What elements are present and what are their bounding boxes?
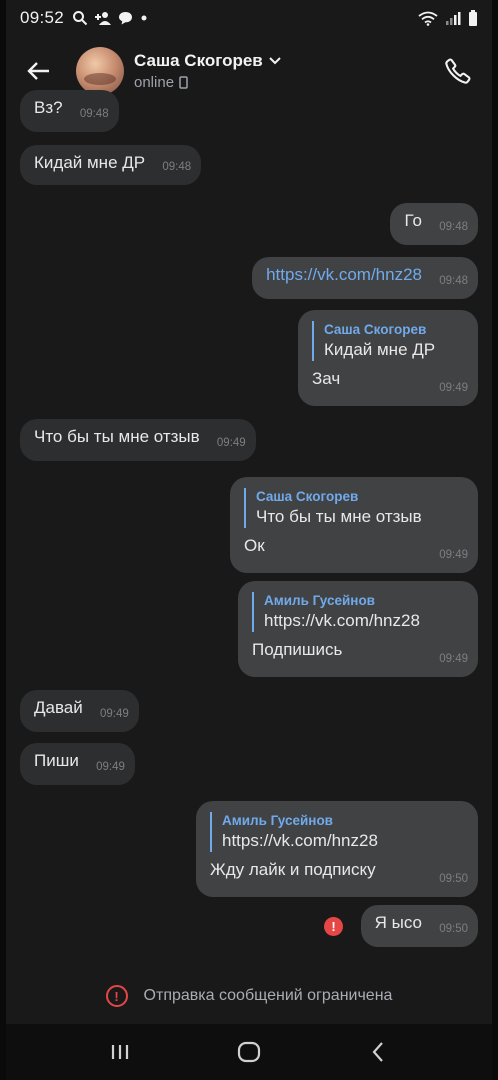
message-bubble[interactable]: https://vk.com/hnz28 09:48: [252, 257, 478, 299]
message-time: 09:49: [216, 437, 246, 449]
message-bubble[interactable]: Кидай мне ДР 09:48: [20, 145, 202, 185]
reply-text: https://vk.com/hnz28: [222, 831, 378, 850]
signal-icon: [446, 12, 461, 25]
reply-author: Амиль Гусейнов: [264, 593, 375, 608]
message-bubble[interactable]: Что бы ты мне отзыв 09:49: [20, 419, 256, 461]
peer-info[interactable]: Саша Скогорев online: [134, 51, 281, 91]
reply-text: Кидай мне ДР: [324, 340, 436, 359]
status-bar: 09:52: [6, 0, 492, 36]
add-contact-icon: [95, 12, 112, 25]
restricted-text: Отправка сообщений ограничена: [143, 987, 393, 1004]
message-time: 09:48: [439, 275, 468, 287]
message-text: Подпишись: [252, 640, 343, 659]
message-time: 09:48: [79, 108, 109, 120]
call-button[interactable]: [438, 51, 478, 91]
message-time: 09:49: [439, 382, 468, 394]
message-bubble[interactable]: Го 09:48: [390, 203, 478, 245]
reply-author: Саша Скогорев: [324, 322, 427, 337]
reply-text: https://vk.com/hnz28: [264, 611, 420, 630]
warning-icon: !: [105, 985, 128, 1007]
call-icon: [445, 58, 471, 84]
message-bubble[interactable]: Пиши 09:49: [20, 743, 135, 785]
messaging-restricted-notice: ! Отправка сообщений ограничена: [6, 980, 492, 1012]
peer-name-row: Саша Скогорев: [134, 51, 281, 71]
peer-name: Саша Скогорев: [134, 51, 263, 70]
reply-text: Что бы ты мне отзыв: [256, 507, 422, 526]
message-text: Ок: [244, 536, 265, 555]
message-text: Жду лайк и подписку: [210, 860, 376, 879]
message-time: 09:49: [439, 653, 468, 665]
reply-quote[interactable]: Амиль Гусейнов https://vk.com/hnz28: [210, 812, 464, 852]
reply-author: Саша Скогорев: [256, 489, 359, 504]
message-time: 09:49: [439, 549, 468, 561]
status-system-icons: [418, 10, 478, 26]
message-time: 09:50: [439, 873, 468, 885]
chevron-down-icon: [269, 57, 281, 65]
status-time: 09:52: [20, 8, 65, 27]
message-time: 09:49: [96, 761, 125, 773]
battery-icon: [469, 10, 477, 26]
message-link[interactable]: https://vk.com/hnz28: [266, 264, 464, 286]
message-bubble-reply[interactable]: Саша Скогорев Кидай мне ДР Зач 09:49: [298, 310, 478, 406]
app-frame: 09:52 Саша Скогорев online Вз? 09:48 Кид…: [6, 0, 492, 1080]
reply-quote[interactable]: Амиль Гусейнов https://vk.com/hnz28: [252, 592, 464, 632]
back-arrow-icon: [27, 62, 49, 80]
message-list: Вз? 09:48 Кидай мне ДР 09:48 Го 09:48 ht…: [6, 90, 492, 1010]
message-bubble[interactable]: Давай 09:49: [20, 690, 139, 732]
dot-icon: [141, 15, 147, 21]
home-button[interactable]: [219, 1030, 279, 1074]
chat-bubble-icon: [119, 12, 133, 25]
message-time: 09:48: [162, 161, 192, 173]
reply-quote[interactable]: Саша Скогорев Кидай мне ДР: [312, 321, 464, 361]
phone-device-icon: [179, 76, 188, 89]
reply-author: Амиль Гусейнов: [222, 813, 333, 828]
back-icon: [372, 1042, 383, 1062]
search-icon: [73, 11, 88, 26]
system-nav-bar: [6, 1024, 492, 1080]
recent-apps-button[interactable]: [90, 1030, 150, 1074]
wifi-icon: [418, 11, 438, 26]
message-bubble-failed[interactable]: Я ысо 09:50: [360, 905, 478, 947]
message-time: 09:49: [99, 708, 129, 720]
message-bubble[interactable]: Вз? 09:48: [20, 90, 119, 132]
reply-quote[interactable]: Саша Скогорев Что бы ты мне отзыв: [244, 488, 464, 528]
message-time: 09:48: [439, 221, 468, 233]
message-text: Что бы ты мне отзыв: [34, 427, 200, 446]
recent-apps-icon: [112, 1045, 129, 1059]
message-bubble-reply[interactable]: Саша Скогорев Что бы ты мне отзыв Ок 09:…: [230, 477, 478, 573]
message-bubble-reply[interactable]: Амиль Гусейнов https://vk.com/hnz28 Подп…: [238, 581, 478, 677]
nav-back-button[interactable]: [348, 1030, 408, 1074]
home-icon: [237, 1041, 261, 1063]
avatar[interactable]: [76, 47, 124, 95]
peer-status: online: [134, 74, 175, 91]
message-bubble-reply[interactable]: Амиль Гусейнов https://vk.com/hnz28 Жду …: [196, 801, 478, 897]
status-notification-icons: [72, 10, 149, 26]
peer-status-row: online: [134, 74, 281, 91]
message-time: 09:50: [439, 923, 468, 935]
send-error-icon[interactable]: !: [324, 917, 343, 936]
